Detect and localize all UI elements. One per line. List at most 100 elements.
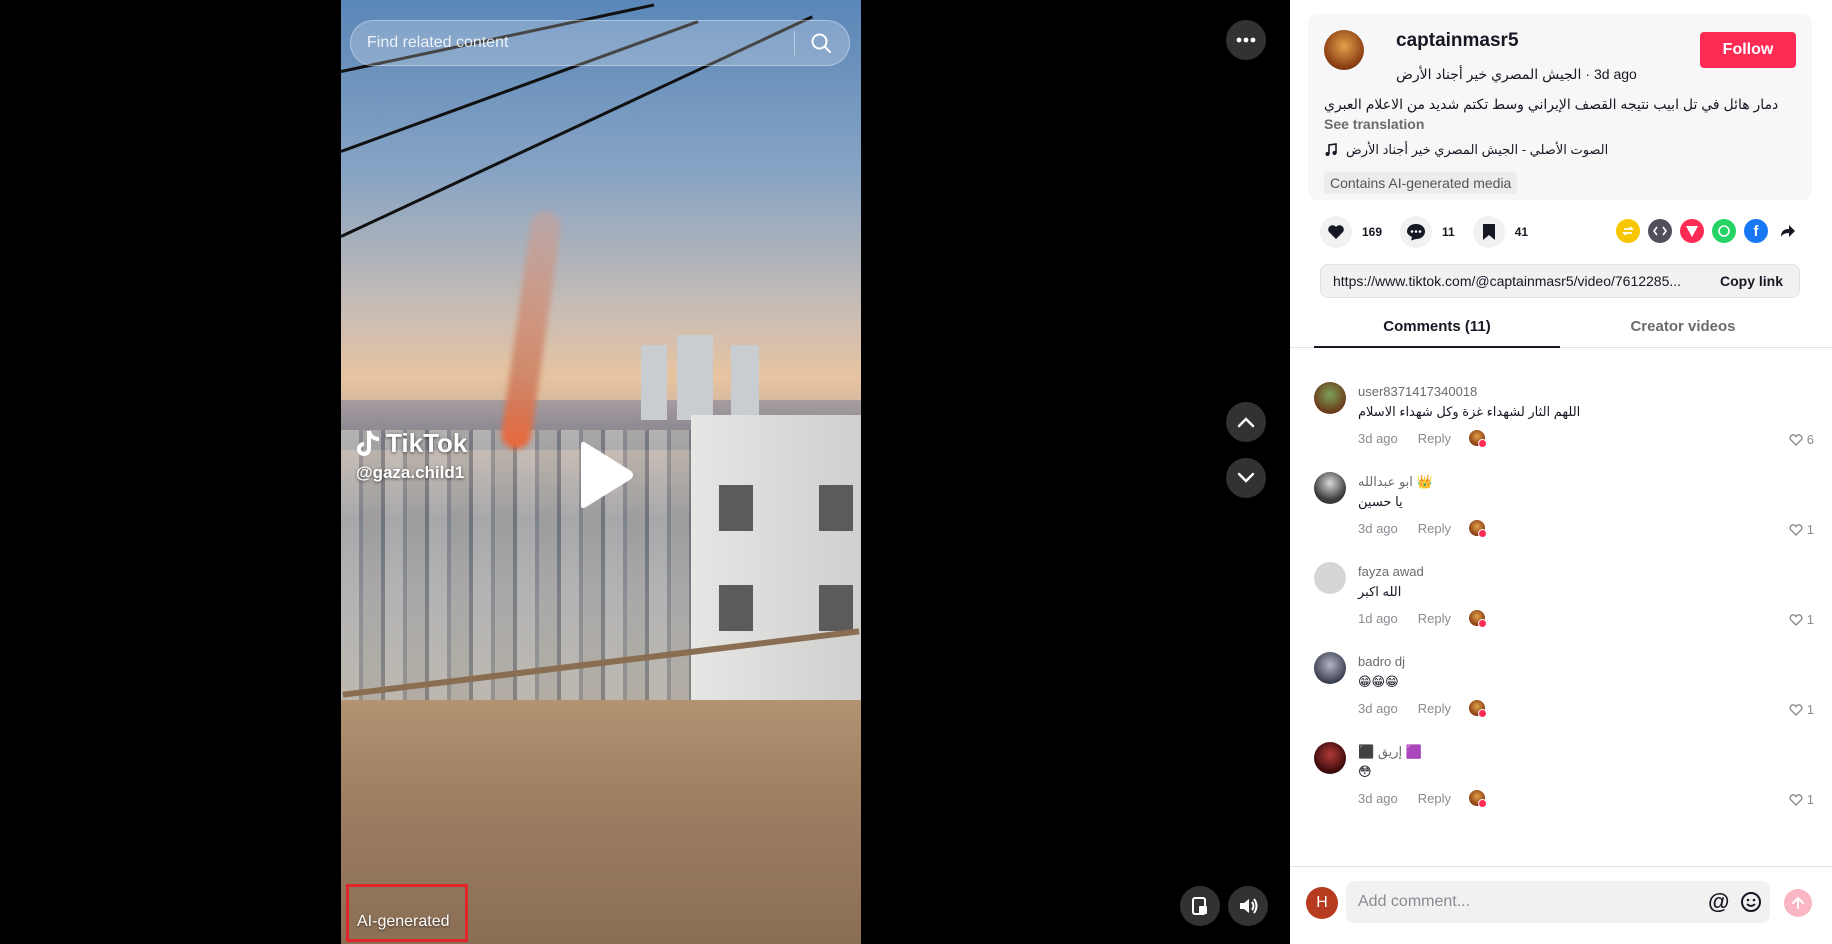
commenter-avatar[interactable] — [1314, 652, 1346, 684]
reply-button[interactable]: Reply — [1418, 791, 1451, 806]
comment-time: 1d ago — [1358, 610, 1398, 626]
more-options-button[interactable] — [1226, 20, 1266, 60]
commenter-username[interactable]: badro dj — [1358, 654, 1405, 669]
follow-button[interactable]: Follow — [1700, 32, 1796, 68]
play-button[interactable] — [575, 440, 635, 510]
music-note-icon — [1325, 143, 1337, 156]
comment-like-count: 1 — [1806, 702, 1814, 717]
share-options: f — [1616, 219, 1800, 243]
save-count: 41 — [1514, 225, 1529, 239]
commenter-username[interactable]: fayza awad — [1358, 564, 1424, 579]
music-title: الصوت الأصلي - الجيش المصري خير أجناد ال… — [1346, 142, 1609, 157]
comment-like-count: 1 — [1806, 522, 1814, 537]
copy-link-button[interactable]: Copy link — [1704, 273, 1799, 289]
comment-meta: 3d ago Reply — [1358, 430, 1488, 448]
video-tower — [641, 345, 667, 420]
chevron-up-icon — [1237, 417, 1255, 428]
bookmark-icon — [1482, 224, 1495, 240]
like-count: 169 — [1362, 225, 1383, 239]
comment-time: 3d ago — [1358, 790, 1398, 806]
comment-time: 3d ago — [1358, 520, 1398, 536]
post-description: دمار هائل في تل ابيب نتيجه القصف الإيران… — [1324, 96, 1779, 112]
video-tower — [731, 345, 759, 420]
ai-generated-highlight: AI-generated — [346, 884, 468, 942]
comment-like-button[interactable]: 1 — [1789, 702, 1814, 717]
reply-button[interactable]: Reply — [1418, 611, 1451, 626]
reply-button[interactable]: Reply — [1418, 431, 1451, 446]
comment-item: ⬛ إريق 🟪 😳 3d ago Reply 1 — [1314, 730, 1814, 820]
previous-video-button[interactable] — [1226, 402, 1266, 442]
post-comment-button[interactable] — [1784, 889, 1812, 917]
see-translation-link[interactable]: See translation — [1324, 116, 1424, 132]
creator-liked-avatar — [1469, 430, 1488, 448]
floating-player-button[interactable] — [1180, 886, 1220, 926]
commenter-avatar[interactable] — [1314, 562, 1346, 594]
watermark-username: @gaza.child1 — [356, 463, 465, 482]
tiktok-logo-icon — [357, 429, 380, 456]
ai-generated-label: AI-generated — [357, 913, 450, 930]
commenter-username[interactable]: ابو عبدالله 👑 — [1358, 474, 1433, 490]
commenter-username[interactable]: ⬛ إريق 🟪 — [1358, 744, 1422, 760]
commenter-avatar[interactable] — [1314, 382, 1346, 414]
whatsapp-icon[interactable] — [1712, 219, 1736, 243]
mini-player-icon — [1192, 897, 1207, 915]
details-panel: captainmasr5 الجيش المصري خير أجناد الأر… — [1290, 0, 1832, 944]
heart-outline-icon — [1789, 793, 1803, 806]
comment-meta: 3d ago Reply — [1358, 700, 1488, 718]
comment-button[interactable]: 11 — [1400, 216, 1455, 248]
add-comment-input[interactable] — [1346, 881, 1770, 923]
post-time: 3d ago — [1594, 66, 1637, 82]
comment-item: ابو عبدالله 👑 يا حسين 3d ago Reply 1 — [1314, 460, 1814, 550]
reply-button[interactable]: Reply — [1418, 521, 1451, 536]
heart-outline-icon — [1789, 523, 1803, 536]
comment-like-button[interactable]: 1 — [1789, 522, 1814, 537]
like-button[interactable]: 169 — [1320, 216, 1382, 248]
author-avatar[interactable] — [1324, 30, 1364, 70]
creator-liked-avatar — [1469, 520, 1488, 538]
music-link[interactable]: الصوت الأصلي - الجيش المصري خير أجناد ال… — [1324, 142, 1608, 158]
save-button[interactable]: 41 — [1472, 216, 1529, 248]
tab-creator-videos[interactable]: Creator videos — [1560, 310, 1806, 348]
repost-icon[interactable] — [1616, 219, 1640, 243]
comment-like-count: 1 — [1806, 792, 1814, 807]
search-input[interactable] — [367, 34, 780, 52]
comment-text: يا حسين — [1358, 494, 1403, 509]
arrow-up-icon — [1792, 896, 1804, 909]
engagement-bar: 169 11 41 — [1320, 216, 1546, 248]
author-username[interactable]: captainmasr5 — [1396, 30, 1519, 52]
comment-like-count: 1 — [1806, 612, 1814, 627]
search-bar — [350, 20, 850, 66]
comment-count: 11 — [1442, 225, 1455, 239]
embed-icon[interactable] — [1648, 219, 1672, 243]
more-icon — [1236, 37, 1256, 43]
volume-button[interactable] — [1228, 886, 1268, 926]
share-arrow-icon[interactable] — [1776, 219, 1800, 243]
share-link-url[interactable]: https://www.tiktok.com/@captainmasr5/vid… — [1321, 273, 1704, 289]
commenter-username[interactable]: user8371417340018 — [1358, 384, 1477, 399]
play-icon — [581, 441, 633, 509]
comment-time: 3d ago — [1358, 430, 1398, 446]
comment-like-button[interactable]: 1 — [1789, 612, 1814, 627]
comment-like-button[interactable]: 6 — [1789, 432, 1814, 447]
share-link-box: https://www.tiktok.com/@captainmasr5/vid… — [1320, 264, 1800, 298]
comment-like-count: 6 — [1806, 432, 1814, 447]
comment-text: 😁😁😁 — [1358, 674, 1399, 689]
search-icon[interactable] — [809, 31, 833, 55]
facebook-icon[interactable]: f — [1744, 219, 1768, 243]
emoji-icon[interactable] — [1740, 891, 1762, 913]
tab-comments[interactable]: Comments (11) — [1314, 310, 1560, 348]
comment-item: user8371417340018 اللهم الثار لشهداء غزة… — [1314, 370, 1814, 460]
commenter-avatar[interactable] — [1314, 742, 1346, 774]
comment-like-button[interactable]: 1 — [1789, 792, 1814, 807]
next-video-button[interactable] — [1226, 458, 1266, 498]
mention-icon[interactable]: @ — [1708, 891, 1730, 913]
comment-icon — [1407, 224, 1426, 241]
heart-outline-icon — [1789, 703, 1803, 716]
creator-liked-avatar — [1469, 610, 1488, 628]
current-user-avatar[interactable]: H — [1306, 887, 1338, 919]
reply-button[interactable]: Reply — [1418, 701, 1451, 716]
send-to-friends-icon[interactable] — [1680, 219, 1704, 243]
heart-outline-icon — [1789, 613, 1803, 626]
creator-liked-avatar — [1469, 790, 1488, 808]
commenter-avatar[interactable] — [1314, 472, 1346, 504]
